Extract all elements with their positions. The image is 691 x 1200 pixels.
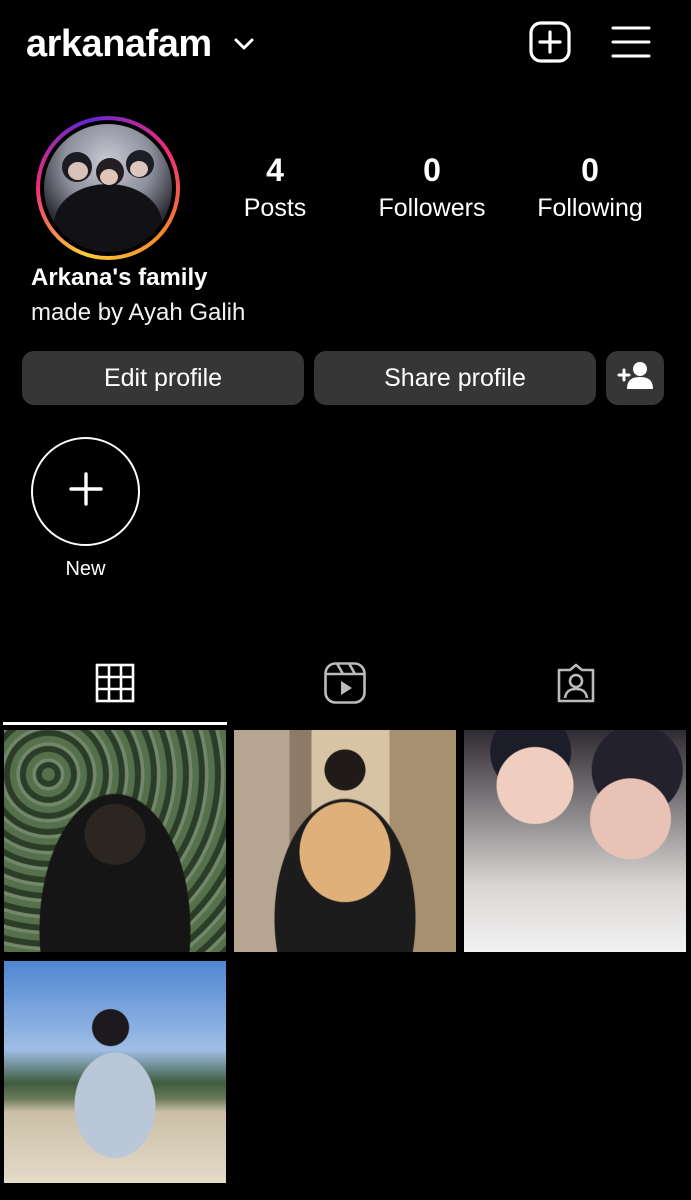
discover-people-button[interactable] bbox=[606, 351, 664, 405]
tab-grid[interactable] bbox=[0, 648, 230, 722]
avatar-gap bbox=[40, 120, 176, 256]
tab-reels[interactable] bbox=[230, 648, 460, 722]
account-switcher[interactable]: arkanafam bbox=[26, 18, 258, 70]
followers-count-label: Followers bbox=[378, 194, 486, 222]
plus-icon bbox=[68, 471, 104, 512]
chevron-down-icon[interactable] bbox=[230, 30, 258, 58]
tagged-icon bbox=[555, 662, 597, 709]
share-profile-button[interactable]: Share profile bbox=[314, 351, 596, 405]
selected-tab-indicator bbox=[3, 722, 227, 725]
followers-count[interactable]: 0 Followers bbox=[357, 150, 507, 224]
new-highlight-label: New bbox=[65, 558, 106, 580]
tab-tagged[interactable] bbox=[461, 648, 691, 722]
new-highlight-button[interactable] bbox=[31, 437, 140, 546]
edit-profile-button[interactable]: Edit profile bbox=[22, 351, 304, 405]
hamburger-menu-icon bbox=[611, 24, 651, 65]
post-thumbnail[interactable] bbox=[234, 730, 456, 952]
username-title: arkanafam bbox=[26, 22, 212, 65]
grid-icon bbox=[95, 663, 135, 708]
add-person-icon bbox=[615, 360, 655, 397]
add-square-icon bbox=[528, 20, 572, 69]
following-count[interactable]: 0 Following bbox=[515, 150, 665, 224]
posts-count-value: 4 bbox=[266, 152, 284, 188]
post-thumbnail[interactable] bbox=[4, 730, 226, 952]
create-post-button[interactable] bbox=[526, 20, 574, 68]
display-name: Arkana's family bbox=[31, 264, 208, 291]
reels-icon bbox=[323, 661, 367, 710]
post-thumbnail[interactable] bbox=[4, 961, 226, 1183]
post-thumbnail[interactable] bbox=[464, 730, 686, 952]
following-count-label: Following bbox=[537, 194, 643, 222]
bio-text: made by Ayah Galih bbox=[31, 299, 246, 326]
profile-avatar[interactable] bbox=[36, 116, 180, 260]
followers-count-value: 0 bbox=[423, 152, 441, 188]
posts-count[interactable]: 4 Posts bbox=[200, 150, 350, 224]
posts-count-label: Posts bbox=[243, 194, 307, 222]
avatar bbox=[44, 124, 172, 252]
following-count-value: 0 bbox=[581, 152, 599, 188]
menu-button[interactable] bbox=[607, 20, 655, 68]
